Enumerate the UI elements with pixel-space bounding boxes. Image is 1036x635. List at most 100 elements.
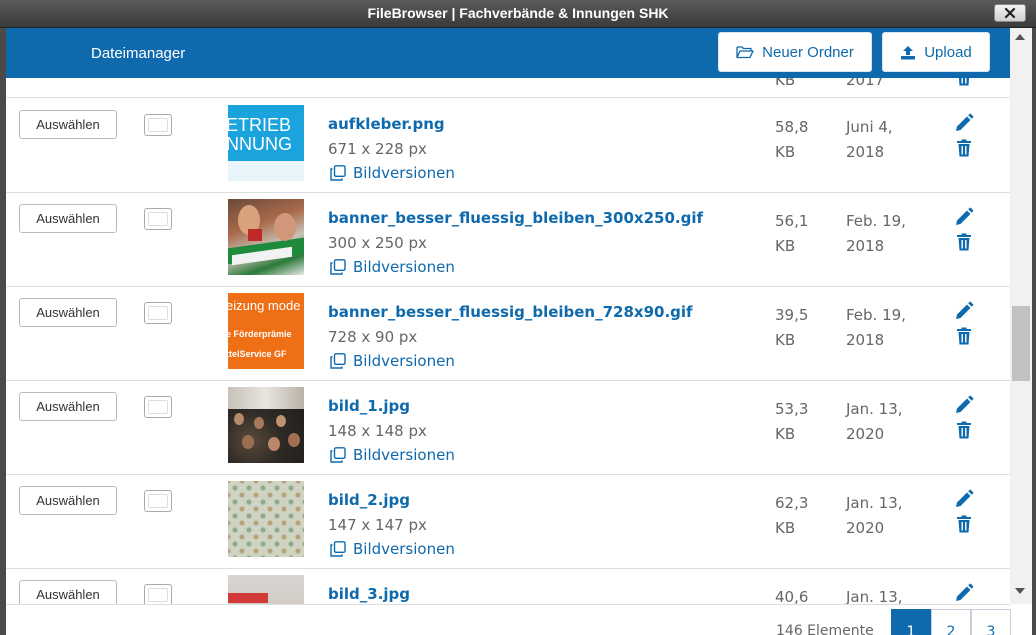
file-name-link[interactable]: bild_1.jpg bbox=[328, 397, 410, 415]
pencil-icon[interactable] bbox=[954, 395, 974, 415]
thumbnail-text: ttelService GF bbox=[228, 349, 287, 359]
file-dimensions: 300 x 250 px bbox=[328, 234, 427, 252]
file-row-partial: KB 2017 bbox=[6, 78, 1010, 98]
select-button[interactable]: Auswählen bbox=[19, 110, 117, 139]
thumbnail-text: e Förderprämie bbox=[228, 329, 292, 339]
file-thumbnail[interactable]: eizung mode e Förderprämie ttelService G… bbox=[228, 293, 304, 369]
app-header: Dateimanager Neuer Ordner Upload bbox=[6, 28, 1010, 78]
file-date-day: Jan. 13, bbox=[846, 494, 903, 512]
page-button-2[interactable]: 2 bbox=[931, 609, 971, 635]
file-list: KB 2017 Auswählen ETRIEB NNUNG aufkleber… bbox=[6, 78, 1010, 604]
trash-icon[interactable] bbox=[956, 233, 972, 251]
file-date-year: 2018 bbox=[846, 143, 885, 161]
row-checkbox[interactable] bbox=[144, 208, 172, 230]
page-button-1[interactable]: 1 bbox=[891, 609, 931, 635]
file-name-link[interactable]: bild_3.jpg bbox=[328, 585, 410, 603]
select-button[interactable]: Auswählen bbox=[19, 392, 117, 421]
file-row[interactable]: Auswählen bild_2.jpg 147 x 147 px Bildve… bbox=[6, 475, 1010, 569]
trash-icon[interactable] bbox=[956, 421, 972, 439]
file-size-unit: KB bbox=[775, 143, 796, 161]
image-versions-link[interactable]: Bildversionen bbox=[330, 164, 455, 182]
row-checkbox[interactable] bbox=[144, 114, 172, 136]
file-size-unit: KB bbox=[775, 425, 796, 443]
file-name-link[interactable]: banner_besser_fluessig_bleiben_300x250.g… bbox=[328, 209, 703, 227]
file-name-link[interactable]: aufkleber.png bbox=[328, 115, 445, 133]
image-versions-link[interactable]: Bildversionen bbox=[330, 446, 455, 464]
file-date-year: 2020 bbox=[846, 519, 885, 537]
image-versions-label: Bildversionen bbox=[353, 164, 455, 182]
pencil-icon[interactable] bbox=[954, 489, 974, 509]
trash-icon[interactable] bbox=[956, 327, 972, 345]
close-button[interactable] bbox=[994, 4, 1026, 22]
image-versions-label: Bildversionen bbox=[353, 258, 455, 276]
image-versions-label: Bildversionen bbox=[353, 446, 455, 464]
upload-button[interactable]: Upload bbox=[882, 32, 990, 72]
pencil-icon[interactable] bbox=[954, 207, 974, 227]
file-date: 2017 bbox=[846, 78, 885, 89]
image-versions-label: Bildversionen bbox=[353, 352, 455, 370]
file-row[interactable]: Auswählen banner_besser_fluessig_bleiben… bbox=[6, 193, 1010, 287]
file-thumbnail[interactable] bbox=[228, 481, 304, 557]
row-checkbox[interactable] bbox=[144, 302, 172, 324]
file-size-unit: KB bbox=[775, 519, 796, 537]
pencil-icon[interactable] bbox=[954, 583, 974, 603]
file-name-link[interactable]: bild_2.jpg bbox=[328, 491, 410, 509]
file-size: 53,3 KB bbox=[775, 397, 825, 447]
select-button[interactable]: Auswählen bbox=[19, 580, 117, 604]
file-dimensions: 728 x 90 px bbox=[328, 328, 418, 346]
file-name-link[interactable]: banner_besser_fluessig_bleiben_728x90.gi… bbox=[328, 303, 693, 321]
file-date-year: 2020 bbox=[846, 425, 885, 443]
image-versions-link[interactable]: Bildversionen bbox=[330, 258, 455, 276]
scroll-down-arrow-icon[interactable] bbox=[1015, 588, 1025, 594]
file-size: 40,6 bbox=[775, 585, 825, 604]
file-dimensions: 148 x 148 px bbox=[328, 422, 427, 440]
file-thumbnail[interactable] bbox=[228, 575, 304, 604]
file-size-unit: KB bbox=[775, 331, 796, 349]
copy-icon bbox=[330, 259, 346, 275]
trash-icon[interactable] bbox=[956, 139, 972, 157]
window-title: FileBrowser | Fachverbände & Innungen SH… bbox=[367, 5, 669, 21]
file-date-day: Feb. 19, bbox=[846, 212, 906, 230]
file-size-value: 62,3 bbox=[775, 494, 809, 512]
file-thumbnail[interactable] bbox=[228, 387, 304, 463]
row-checkbox[interactable] bbox=[144, 584, 172, 604]
row-checkbox[interactable] bbox=[144, 396, 172, 418]
select-button[interactable]: Auswählen bbox=[19, 486, 117, 515]
file-date-day: Jan. 13, bbox=[846, 588, 903, 604]
image-versions-link[interactable]: Bildversionen bbox=[330, 540, 455, 558]
file-dimensions: 147 x 147 px bbox=[328, 516, 427, 534]
file-size-value: 58,8 bbox=[775, 118, 809, 136]
pagination-footer: 146 Elemente 1 2 3 bbox=[6, 604, 1011, 635]
file-date-day: Juni 4, bbox=[846, 118, 893, 136]
file-date: Feb. 19, 2018 bbox=[846, 303, 926, 353]
file-size-value: 40,6 bbox=[775, 588, 809, 604]
vertical-scrollbar[interactable] bbox=[1010, 28, 1032, 604]
select-button[interactable]: Auswählen bbox=[19, 204, 117, 233]
select-button[interactable]: Auswählen bbox=[19, 298, 117, 327]
file-row[interactable]: Auswählen eizung mode e Förderprämie tte… bbox=[6, 287, 1010, 381]
trash-icon[interactable] bbox=[956, 515, 972, 533]
new-folder-button[interactable]: Neuer Ordner bbox=[718, 32, 872, 72]
pencil-icon[interactable] bbox=[954, 301, 974, 321]
scrollbar-thumb[interactable] bbox=[1012, 306, 1030, 381]
file-date: Jan. 13, 2020 bbox=[846, 491, 926, 541]
file-date-year: 2018 bbox=[846, 331, 885, 349]
file-thumbnail[interactable] bbox=[228, 199, 304, 275]
upload-icon bbox=[901, 45, 916, 59]
file-row[interactable]: Auswählen bild_1.jpg 148 x 148 px Bildve… bbox=[6, 381, 1010, 475]
file-thumbnail[interactable]: ETRIEB NNUNG bbox=[228, 105, 304, 181]
file-date-day: Feb. 19, bbox=[846, 306, 906, 324]
trash-icon[interactable] bbox=[956, 78, 972, 86]
row-checkbox[interactable] bbox=[144, 490, 172, 512]
file-row[interactable]: Auswählen ETRIEB NNUNG aufkleber.png 671… bbox=[6, 99, 1010, 193]
page-title: Dateimanager bbox=[91, 45, 186, 62]
page-button-3[interactable]: 3 bbox=[971, 609, 1011, 635]
scroll-up-arrow-icon[interactable] bbox=[1015, 34, 1025, 40]
item-count: 146 Elemente bbox=[776, 623, 874, 635]
file-size: 39,5 KB bbox=[775, 303, 825, 353]
image-versions-link[interactable]: Bildversionen bbox=[330, 352, 455, 370]
file-row[interactable]: Auswählen bild_3.jpg 40,6 Jan. 13, bbox=[6, 569, 1010, 604]
pencil-icon[interactable] bbox=[954, 113, 974, 133]
file-date: Juni 4, 2018 bbox=[846, 115, 926, 165]
new-folder-label: Neuer Ordner bbox=[762, 43, 854, 61]
